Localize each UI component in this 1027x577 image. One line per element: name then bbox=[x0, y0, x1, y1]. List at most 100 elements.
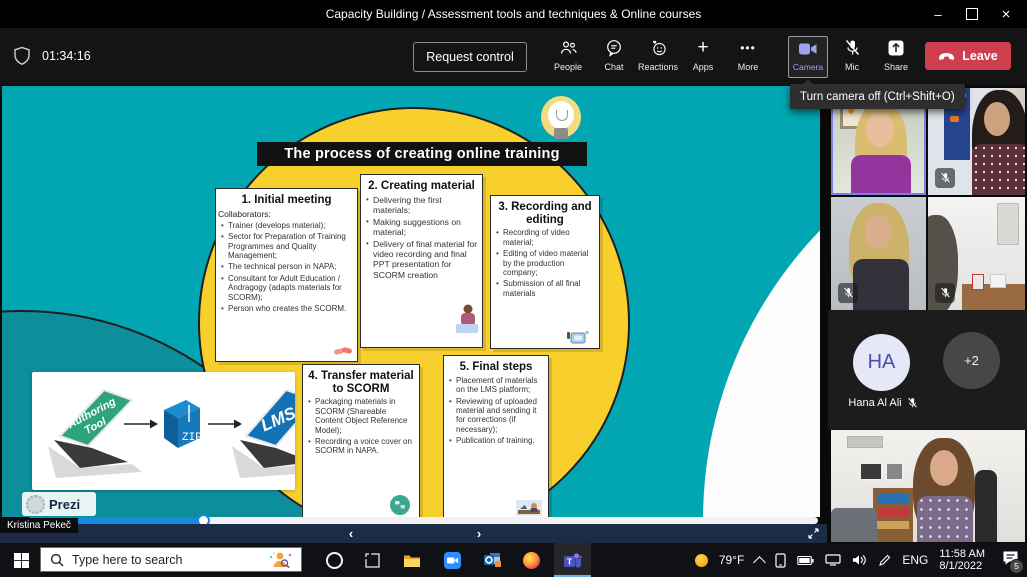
camera-button[interactable]: Camera bbox=[788, 36, 828, 78]
participant-name-row: Hana Al Ali bbox=[828, 397, 938, 409]
reactions-icon bbox=[635, 37, 681, 59]
hangup-icon bbox=[938, 52, 955, 61]
outlook-button[interactable] bbox=[476, 543, 508, 577]
firefox-button[interactable] bbox=[515, 543, 547, 577]
file-explorer-button[interactable] bbox=[396, 543, 428, 577]
maximize-button[interactable] bbox=[955, 0, 989, 28]
scorm-flow-diagram: AuthoringTool ZIP bbox=[32, 372, 295, 490]
video-tile-participant-2[interactable] bbox=[831, 197, 926, 310]
battery-icon[interactable] bbox=[797, 555, 814, 566]
leave-button[interactable]: Leave bbox=[925, 42, 1011, 70]
volume-icon[interactable] bbox=[852, 554, 867, 566]
shared-presentation[interactable]: The process of creating online training … bbox=[2, 86, 820, 517]
clock-date: 8/1/2022 bbox=[939, 560, 985, 573]
language-indicator[interactable]: ENG bbox=[902, 553, 928, 567]
box-bullets: Recording of video material;Editing of v… bbox=[491, 228, 599, 298]
box-bullets: Packaging materials in SCORM (Shareable … bbox=[303, 397, 419, 456]
presentation-scrollbar[interactable] bbox=[28, 517, 818, 524]
cortana-button[interactable] bbox=[318, 543, 350, 577]
tray-overflow-chevron[interactable] bbox=[753, 556, 766, 569]
vent bbox=[847, 436, 883, 448]
window-title: Capacity Building / Assessment tools and… bbox=[0, 0, 1027, 28]
folder-icon bbox=[403, 553, 421, 568]
mic-muted-indicator bbox=[935, 283, 955, 303]
zoom-app-button[interactable] bbox=[436, 543, 468, 577]
slide-box-final-steps: 5. Final steps Placement of materials on… bbox=[443, 355, 549, 517]
overflow-participants-badge[interactable]: +2 bbox=[943, 332, 1000, 389]
slide-box-initial-meeting: 1. Initial meeting Collaborators: Traine… bbox=[215, 188, 358, 362]
notification-count-badge: 5 bbox=[1009, 559, 1024, 574]
shield-icon bbox=[13, 46, 31, 71]
people-button[interactable]: People bbox=[545, 37, 591, 72]
apps-icon: + bbox=[680, 37, 726, 59]
pen-icon[interactable] bbox=[878, 554, 891, 567]
mic-button[interactable]: Mic bbox=[829, 37, 875, 72]
weather-sun-icon[interactable] bbox=[695, 554, 708, 567]
presentation-nav-bar: ‹ › bbox=[0, 524, 827, 543]
weather-temp[interactable]: 79°F bbox=[719, 553, 744, 567]
search-placeholder: Type here to search bbox=[72, 553, 267, 567]
maximize-icon bbox=[966, 8, 978, 20]
search-icon bbox=[50, 553, 64, 567]
window-controls: – × bbox=[921, 0, 1023, 28]
teams-app-button[interactable]: T bbox=[554, 543, 591, 577]
audio-participants-zone: HA +2 Hana Al Ali bbox=[828, 310, 1027, 430]
reactions-button[interactable]: Reactions bbox=[635, 37, 681, 72]
outlook-icon bbox=[484, 552, 501, 568]
wall-art bbox=[859, 462, 883, 481]
cabinet bbox=[997, 203, 1019, 245]
task-view-button[interactable] bbox=[356, 543, 388, 577]
network-display-icon[interactable] bbox=[825, 554, 841, 566]
system-tray: 79°F ENG 11:58 AM 8/1/2022 bbox=[695, 543, 1027, 577]
close-button[interactable]: × bbox=[989, 0, 1023, 28]
prezi-badge[interactable]: Prezi bbox=[22, 492, 96, 516]
task-view-icon bbox=[365, 553, 380, 568]
people-icon bbox=[545, 37, 591, 59]
svg-text:ZIP: ZIP bbox=[182, 432, 202, 444]
action-center-button[interactable]: 5 bbox=[1002, 550, 1019, 571]
box-bullets: Delivering the first materials;Making su… bbox=[361, 195, 482, 280]
apps-button[interactable]: + Apps bbox=[680, 37, 726, 72]
participant-name: Hana Al Ali bbox=[848, 397, 901, 409]
box-heading: 4. Transfer material to SCORM bbox=[306, 370, 416, 395]
handshake-icon bbox=[333, 345, 353, 357]
mic-muted-indicator bbox=[935, 168, 955, 188]
camcorder-icon bbox=[565, 329, 591, 345]
taskbar-search-input[interactable]: Type here to search bbox=[40, 547, 302, 572]
avatar-hana[interactable]: HA bbox=[853, 334, 910, 391]
window-titlebar: Capacity Building / Assessment tools and… bbox=[0, 0, 1027, 28]
prev-slide-button[interactable]: ‹ bbox=[340, 524, 362, 543]
prezi-logo-icon bbox=[26, 495, 45, 514]
video-tile-participant-4[interactable] bbox=[831, 430, 1025, 542]
box-heading: 2. Creating material bbox=[364, 180, 479, 193]
training-desk-icon bbox=[516, 500, 542, 516]
teams-meeting-window: Capacity Building / Assessment tools and… bbox=[0, 0, 1027, 577]
phone-icon[interactable] bbox=[775, 553, 786, 568]
chair bbox=[831, 508, 877, 542]
cortana-icon bbox=[326, 552, 343, 569]
start-button[interactable] bbox=[6, 543, 36, 577]
expand-icon[interactable] bbox=[808, 528, 819, 539]
slide-box-recording-editing: 3. Recording and editing Recording of vi… bbox=[490, 195, 600, 349]
presenter-name-label: Kristina Pekeč bbox=[0, 518, 78, 533]
chat-icon bbox=[591, 37, 637, 59]
meeting-timer: 01:34:16 bbox=[42, 49, 91, 63]
zoom-icon bbox=[444, 552, 461, 569]
video-tile-participant-3[interactable] bbox=[928, 197, 1025, 310]
camera-icon bbox=[789, 37, 827, 61]
search-highlights-icon[interactable] bbox=[267, 550, 293, 570]
prezi-label: Prezi bbox=[49, 497, 80, 512]
share-button[interactable]: Share bbox=[873, 37, 919, 72]
svg-text:T: T bbox=[566, 556, 572, 566]
chat-button[interactable]: Chat bbox=[591, 37, 637, 72]
windows-taskbar: Type here to search bbox=[0, 543, 1027, 577]
request-control-button[interactable]: Request control bbox=[413, 42, 527, 72]
next-slide-button[interactable]: › bbox=[468, 524, 490, 543]
minimize-button[interactable]: – bbox=[921, 0, 955, 28]
lightbulb-icon bbox=[541, 96, 581, 148]
more-button[interactable]: ••• More bbox=[725, 37, 771, 72]
taskbar-clock[interactable]: 11:58 AM 8/1/2022 bbox=[939, 548, 985, 573]
box-heading: 3. Recording and editing bbox=[494, 201, 596, 226]
office-chair-back bbox=[975, 470, 997, 542]
box-bullets: Placement of materials on the LMS platfo… bbox=[444, 376, 548, 446]
